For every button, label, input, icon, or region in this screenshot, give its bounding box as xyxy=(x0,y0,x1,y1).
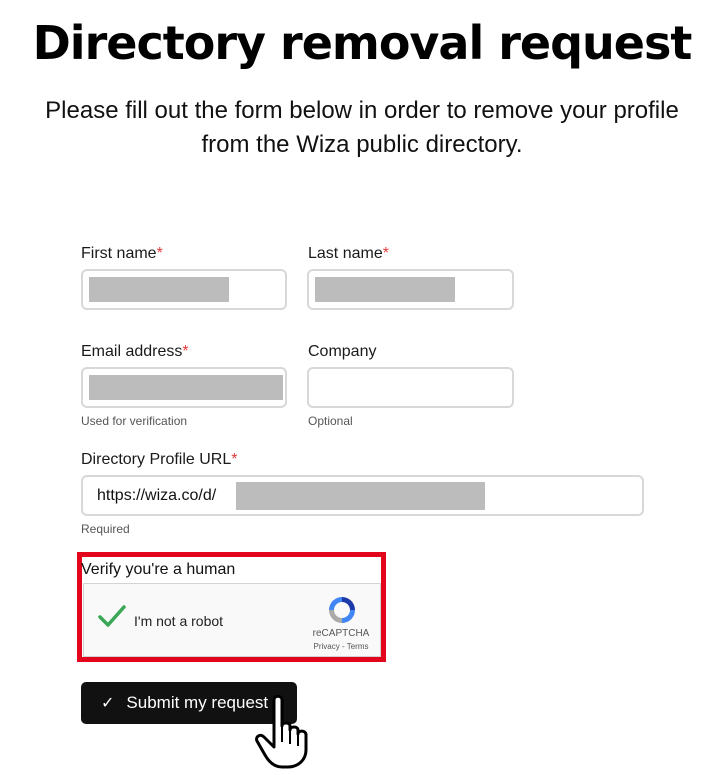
url-prefix: https://wiza.co/d/ xyxy=(97,487,217,504)
company-field[interactable] xyxy=(307,367,514,408)
submit-label: Submit my request xyxy=(126,693,269,712)
page-title: Directory removal request xyxy=(32,16,693,70)
redacted-value xyxy=(315,277,455,302)
company-label: Company xyxy=(308,343,377,360)
recaptcha-privacy-terms-link[interactable]: Privacy - Terms xyxy=(302,642,380,651)
recaptcha-widget[interactable]: I'm not a robot reCAPTCHA Privacy - Term… xyxy=(83,583,381,657)
subtitle-line-2: from the Wiza public directory. xyxy=(201,131,523,158)
hand-cursor-icon xyxy=(252,692,322,775)
recaptcha-logo-icon xyxy=(326,594,358,631)
first-name-label: First name* xyxy=(81,245,163,262)
checkmark-icon[interactable] xyxy=(97,604,127,633)
redacted-value xyxy=(89,375,283,400)
required-mark: * xyxy=(182,343,189,360)
profile-url-hint: Required xyxy=(81,522,130,536)
profile-url-field[interactable]: https://wiza.co/d/ xyxy=(81,475,644,516)
email-hint: Used for verification xyxy=(81,414,188,428)
redacted-value xyxy=(89,277,229,302)
last-name-label: Last name* xyxy=(308,245,389,262)
subtitle-line-1: Please fill out the form below in order … xyxy=(45,97,679,124)
email-label: Email address* xyxy=(81,343,189,360)
recaptcha-brand: reCAPTCHA xyxy=(312,628,370,639)
first-name-field[interactable] xyxy=(81,269,287,310)
page-subtitle: Please fill out the form below in order … xyxy=(0,94,724,162)
recaptcha-label: I'm not a robot xyxy=(134,613,224,629)
profile-url-label: Directory Profile URL* xyxy=(81,451,238,468)
verify-label: Verify you're a human xyxy=(81,561,236,578)
last-name-field[interactable] xyxy=(307,269,514,310)
company-hint: Optional xyxy=(308,414,353,428)
required-mark: * xyxy=(231,451,238,468)
required-mark: * xyxy=(156,245,163,262)
redacted-value xyxy=(236,482,485,510)
email-field[interactable] xyxy=(81,367,287,408)
submit-check-icon: ✓ xyxy=(101,695,115,712)
required-mark: * xyxy=(382,245,389,262)
